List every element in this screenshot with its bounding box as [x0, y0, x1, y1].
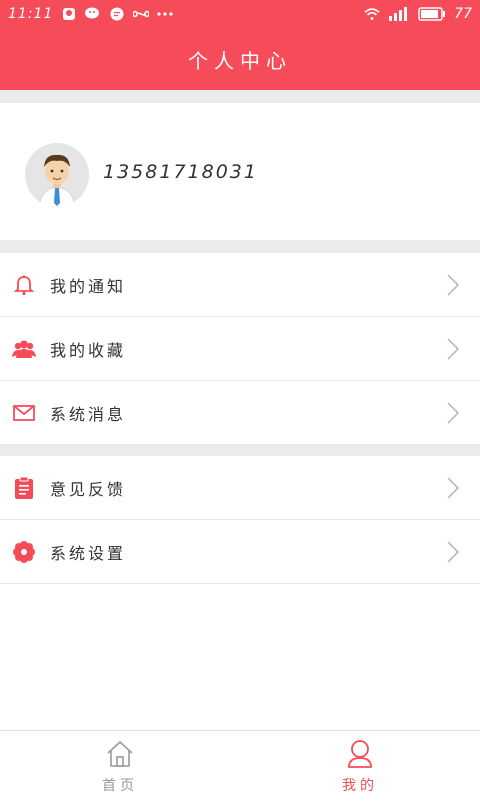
users-icon	[12, 337, 36, 361]
app-icon	[61, 6, 77, 22]
bell-icon	[12, 273, 36, 297]
mail-icon	[12, 401, 36, 425]
infinity-icon	[133, 6, 150, 22]
wifi-icon	[364, 6, 380, 22]
section-divider	[0, 444, 480, 456]
chevron-right-icon	[447, 540, 460, 563]
menu-item-feedback[interactable]: 意见反馈	[0, 456, 480, 520]
tab-home[interactable]: 首页	[0, 731, 240, 801]
wechat-icon	[85, 6, 101, 22]
menu-group-2: 意见反馈 系统设置	[0, 456, 480, 584]
status-bar-right: 77	[364, 6, 472, 22]
clipboard-icon	[12, 476, 36, 500]
menu-item-notifications[interactable]: 我的通知	[0, 253, 480, 317]
menu-item-label: 我的收藏	[50, 340, 127, 360]
page-header: 个人中心	[0, 28, 480, 90]
menu-item-label: 系统设置	[50, 543, 127, 563]
battery-icon	[418, 6, 446, 22]
phone-number: 13581718031	[103, 161, 258, 183]
status-bar: 11:11 77	[0, 0, 480, 28]
chevron-right-icon	[447, 337, 460, 360]
profile-card[interactable]: 13581718031	[0, 103, 480, 240]
section-divider	[0, 90, 480, 103]
status-bar-left: 11:11	[8, 6, 173, 22]
menu-item-system-messages[interactable]: 系统消息	[0, 381, 480, 445]
signal-icon	[388, 6, 410, 22]
avatar[interactable]	[25, 143, 89, 207]
menu-group-1: 我的通知 我的收藏 系统消息	[0, 253, 480, 445]
chevron-right-icon	[447, 476, 460, 499]
more-dots-icon	[157, 6, 173, 22]
menu-item-label: 我的通知	[50, 276, 127, 296]
tab-mine[interactable]: 我的	[240, 731, 480, 801]
menu-item-label: 系统消息	[50, 404, 127, 424]
tab-home-label: 首页	[102, 778, 138, 794]
menu-item-settings[interactable]: 系统设置	[0, 520, 480, 584]
bottom-tab-bar: 首页 我的	[0, 730, 480, 801]
tab-mine-label: 我的	[342, 778, 378, 794]
chevron-right-icon	[447, 401, 460, 424]
battery-level: 77	[454, 6, 472, 22]
chevron-right-icon	[447, 273, 460, 296]
menu-item-label: 意见反馈	[50, 479, 127, 499]
message-icon	[109, 6, 125, 22]
gear-icon	[12, 540, 36, 564]
status-time: 11:11	[8, 6, 54, 22]
section-divider	[0, 240, 480, 253]
avatar-icon	[25, 143, 89, 207]
menu-item-favorites[interactable]: 我的收藏	[0, 317, 480, 381]
home-icon	[107, 740, 133, 767]
user-icon	[348, 740, 372, 768]
page-title: 个人中心	[188, 48, 292, 73]
